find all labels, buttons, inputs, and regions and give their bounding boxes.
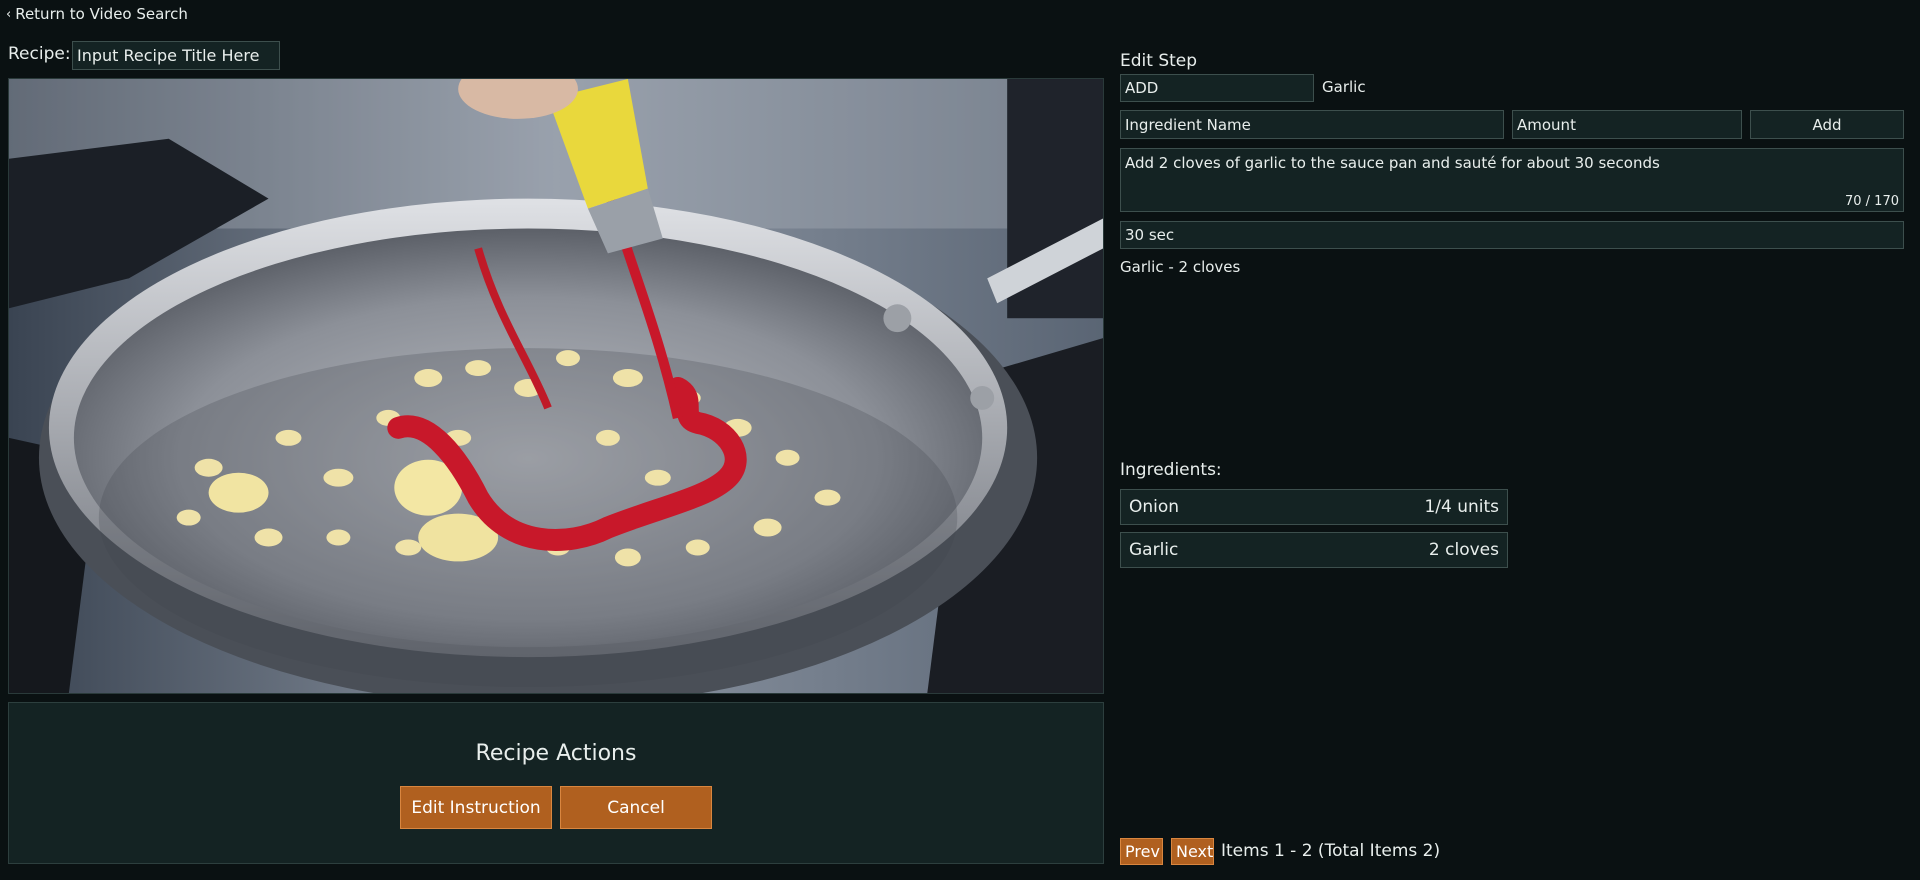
recipe-title-input[interactable] [72,41,280,70]
add-ingredient-button[interactable]: Add [1750,110,1904,139]
ingredient-row[interactable]: Onion 1/4 units [1120,489,1508,525]
recipe-actions-title: Recipe Actions [475,741,637,766]
edit-step-title: Edit Step [1120,51,1198,71]
step-action-target: Garlic [1322,78,1366,96]
ingredient-row-amount: 2 cloves [1428,540,1499,560]
cancel-button[interactable]: Cancel [560,786,712,829]
prev-page-button[interactable]: Prev [1120,838,1163,865]
character-count: 70 / 170 [1845,194,1899,209]
video-still-image [9,79,1103,693]
ingredient-row-name: Onion [1129,497,1180,517]
ingredients-heading: Ingredients: [1120,460,1222,480]
chevron-left-icon: ‹ [6,6,12,22]
return-to-video-search-link[interactable]: ‹ Return to Video Search [6,5,188,23]
step-ingredient-summary: Garlic - 2 cloves [1120,258,1241,276]
back-link-label: Return to Video Search [15,5,188,23]
recipe-label: Recipe: [8,44,71,64]
instruction-textarea[interactable]: Add 2 cloves of garlic to the sauce pan … [1120,148,1904,212]
step-action-select[interactable]: ADD [1120,74,1314,102]
instruction-text: Add 2 cloves of garlic to the sauce pan … [1125,154,1660,172]
step-duration-input[interactable]: 30 sec [1120,221,1904,249]
amount-input[interactable] [1512,110,1742,139]
edit-instruction-button[interactable]: Edit Instruction [400,786,552,829]
ingredient-name-input[interactable] [1120,110,1504,139]
ingredient-row[interactable]: Garlic 2 cloves [1120,532,1508,568]
next-page-button[interactable]: Next [1171,838,1214,865]
video-frame[interactable] [8,78,1104,694]
ingredient-row-name: Garlic [1129,540,1179,560]
ingredient-row-amount: 1/4 units [1424,497,1499,517]
pagination-status: Items 1 - 2 (Total Items 2) [1221,841,1441,861]
recipe-actions-panel: Recipe Actions Edit Instruction Cancel [8,702,1104,864]
